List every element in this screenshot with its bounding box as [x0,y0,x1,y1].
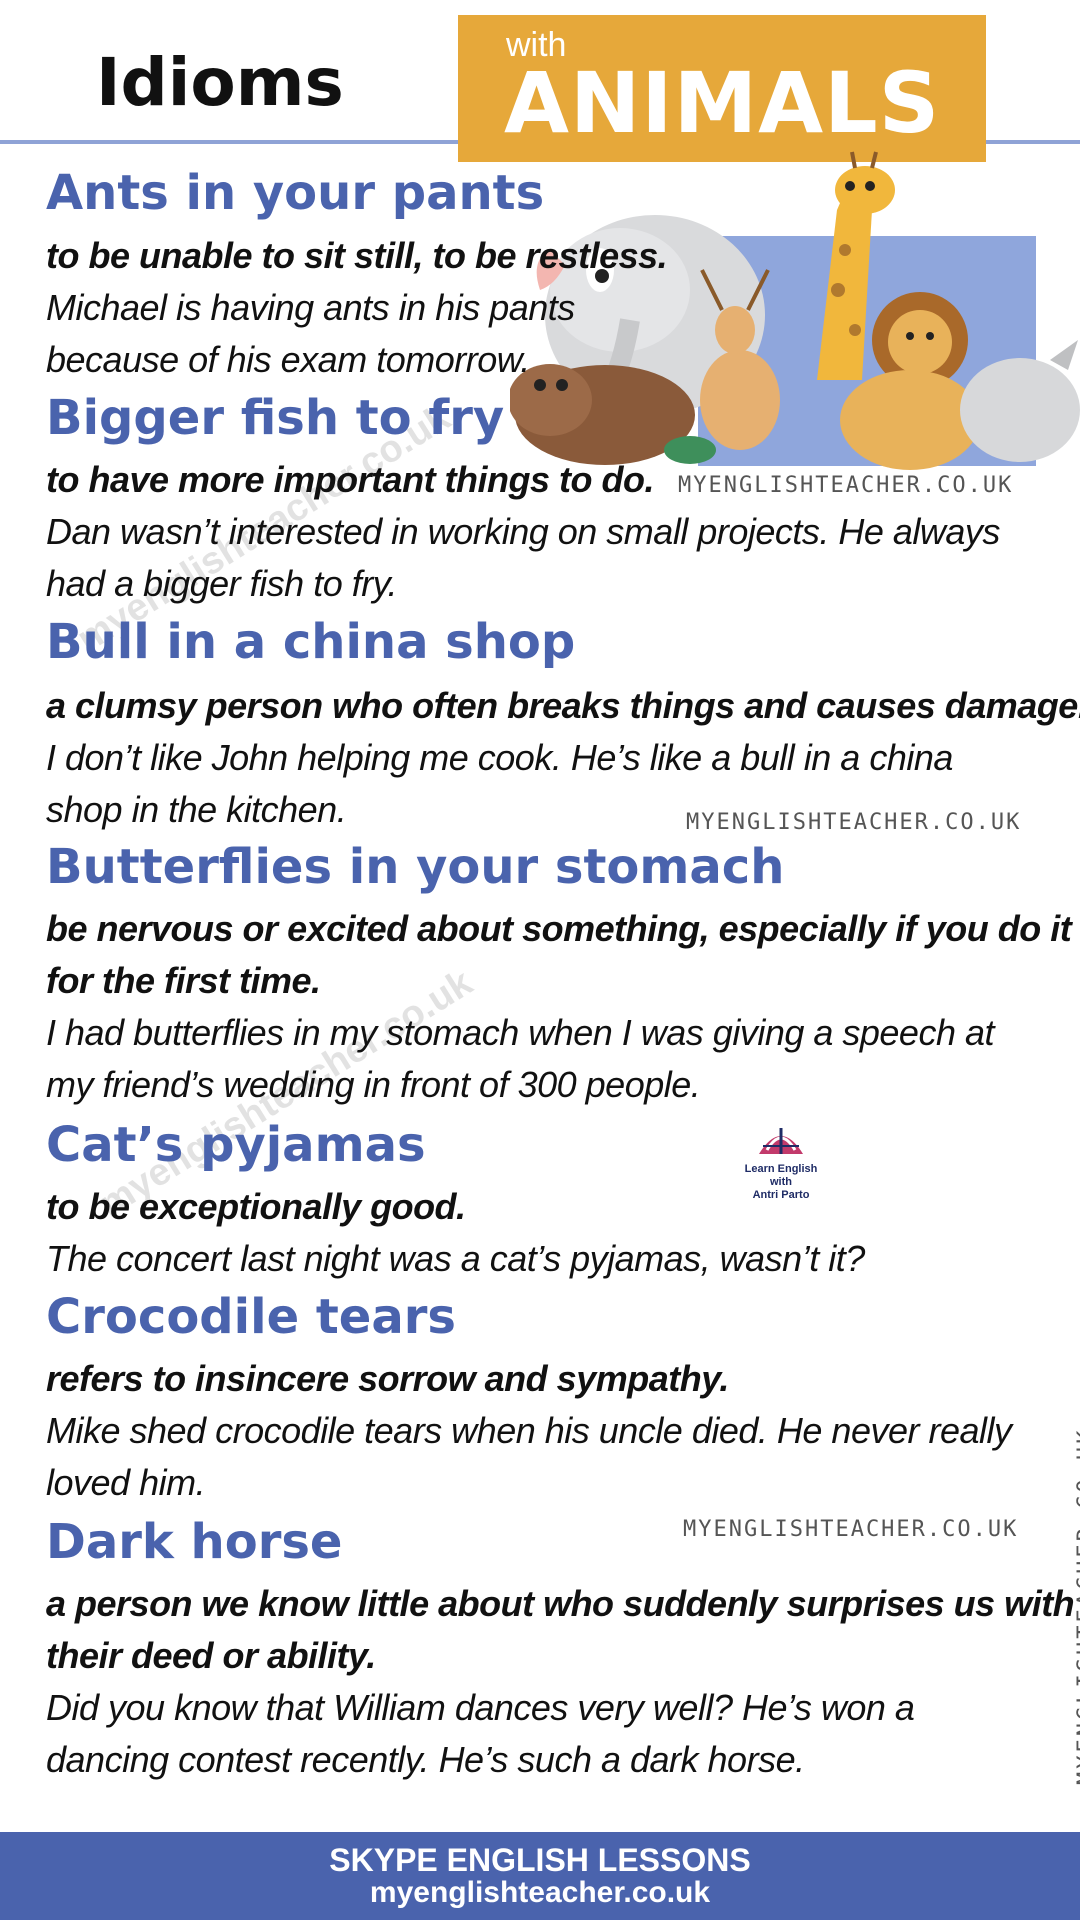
idiom-definition: their deed or ability. [46,1635,376,1676]
idiom-title: Bigger fish to fry [46,390,505,446]
idiom-definition: to be exceptionally good. [46,1186,466,1227]
watermark-site-3: MYENGLISHTEACHER.CO.UK [683,1517,1019,1542]
idiom-definition: to have more important things to do. [46,459,655,500]
watermark-site-2: MYENGLISHTEACHER.CO.UK [686,810,1022,835]
idiom-example: had a bigger fish to fry. [46,563,398,604]
idiom-example: shop in the kitchen. [46,789,347,830]
idiom-title: Bull in a china shop [46,614,576,670]
idiom-definition: a person we know little about who sudden… [46,1583,1075,1624]
umbrella-flag-icon [759,1128,803,1154]
idiom-definition: refers to insincere sorrow and sympathy. [46,1358,729,1399]
idiom-example: loved him. [46,1462,206,1503]
idiom-definition: be nervous or excited about something, e… [46,908,1072,949]
page-title-idioms: Idioms [96,44,344,121]
turtle-icon [664,436,716,464]
logo-line-3: Antri Parto [752,1189,810,1201]
footer-title: SKYPE ENGLISH LESSONS [329,1842,751,1878]
idiom-title: Cat’s pyjamas [46,1117,426,1173]
footer-banner: SKYPE ENGLISH LESSONS myenglishteacher.c… [0,1832,1080,1920]
idiom-title: Dark horse [46,1514,343,1570]
logo-line-2: with [770,1176,792,1188]
banner-animals-text: ANIMALS [504,54,941,152]
idiom-definition: for the first time. [46,960,321,1001]
idiom-example: I don’t like John helping me cook. He’s … [46,737,953,778]
idiom-definition: to be unable to sit still, to be restles… [46,235,668,276]
footer-website-link[interactable]: myenglishteacher.co.uk [0,1876,1080,1910]
idiom-definition: a clumsy person who often breaks things … [46,685,1080,726]
idiom-title: Ants in your pants [46,165,545,221]
idiom-example: Mike shed crocodile tears when his uncle… [46,1410,1012,1451]
idiom-example: Dan wasn’t interested in working on smal… [46,511,1000,552]
idiom-title: Butterflies in your stomach [46,839,785,895]
learn-english-logo: Learn English with Antri Parto [736,1126,826,1202]
idiom-title: Crocodile tears [46,1289,456,1345]
watermark-site-1: MYENGLISHTEACHER.CO.UK [678,473,1014,498]
idiom-example: I had butterflies in my stomach when I w… [46,1012,995,1053]
watermark-site-vertical: MYENGLISHTEACHER.CO.UK [1074,1427,1080,1785]
animals-illustration [510,151,1080,470]
idiom-example: Did you know that William dances very we… [46,1687,915,1728]
idiom-example: Michael is having ants in his pants [46,287,575,328]
idiom-example: because of his exam tomorrow. [46,339,530,380]
idiom-example: The concert last night was a cat’s pyjam… [46,1238,865,1279]
idiom-example: dancing contest recently. He’s such a da… [46,1739,805,1780]
idiom-example: my friend’s wedding in front of 300 peop… [46,1064,701,1105]
logo-line-1: Learn English [744,1163,818,1175]
